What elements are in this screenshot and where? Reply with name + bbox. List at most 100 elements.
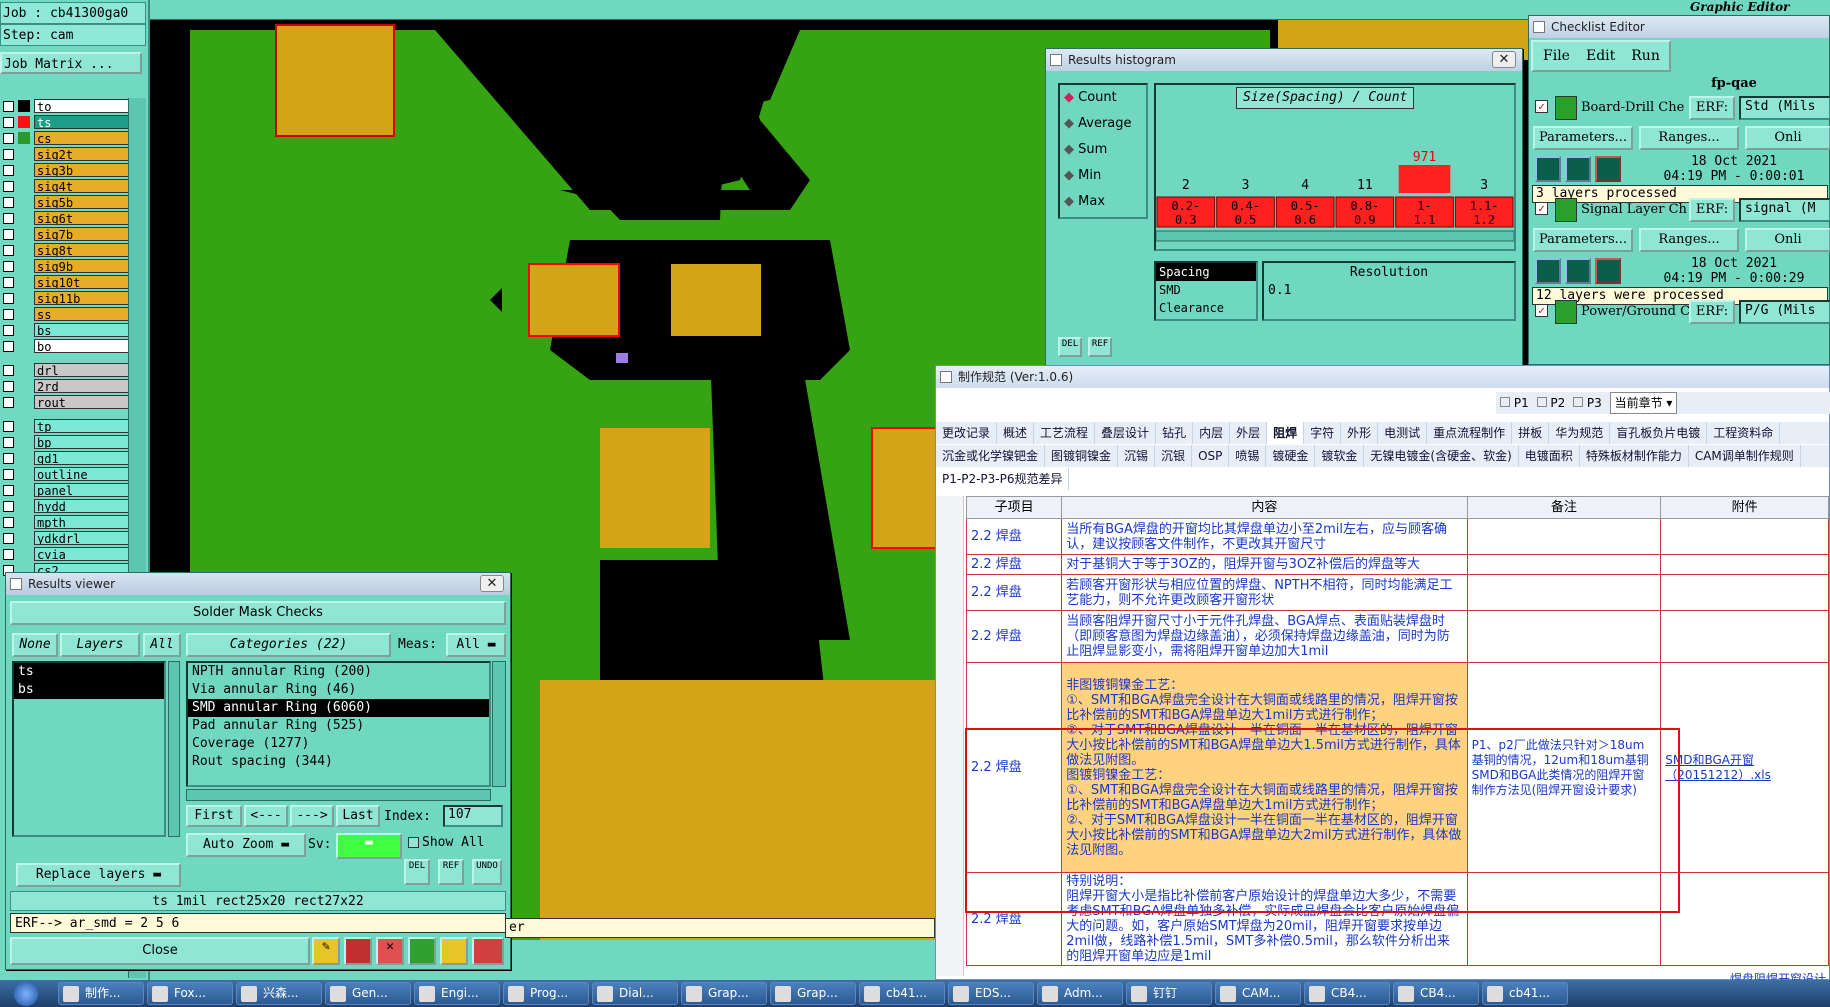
subtab-11[interactable]: CAM调单制作规则 bbox=[1689, 445, 1801, 467]
category-scrollbar[interactable] bbox=[492, 661, 506, 787]
layer-row-cvia[interactable]: cvia bbox=[0, 546, 146, 562]
none-button[interactable]: None bbox=[12, 633, 58, 657]
stat-option-count[interactable]: ◆ Count bbox=[1060, 85, 1146, 111]
doc-titlebar[interactable]: 制作规范 (Ver:1.0.6) bbox=[936, 366, 1829, 388]
type-item[interactable]: SMD bbox=[1156, 281, 1256, 299]
p2-checkbox[interactable] bbox=[1536, 397, 1547, 407]
layer-row-to[interactable]: to bbox=[0, 98, 146, 114]
histogram-bar[interactable] bbox=[1398, 165, 1451, 193]
taskbar-item[interactable]: Grap... bbox=[681, 982, 767, 1005]
item-checkbox[interactable]: ✓ bbox=[1535, 100, 1548, 113]
table-row[interactable]: 2.2 焊盘 若顾客开窗形状与相应位置的焊盘、NPTH不相符，同时均能满足工艺能力… bbox=[965, 574, 1829, 611]
table-row[interactable]: 2.2 焊盘 对于基铜大于等于3OZ的，阻焊开窗与3OZ补偿后的焊盘等大 bbox=[965, 554, 1829, 575]
check-item-name[interactable]: Signal Layer Ch bbox=[1581, 202, 1691, 217]
layer-row-sig7b[interactable]: sig7b bbox=[0, 226, 146, 242]
taskbar-item[interactable]: cb41... bbox=[859, 982, 945, 1005]
row-attachment[interactable] bbox=[1660, 574, 1829, 611]
report-icon[interactable] bbox=[408, 937, 436, 965]
tab-5[interactable]: 内层 bbox=[1193, 422, 1231, 444]
tab-p-diff[interactable]: P1-P2-P3-P6规范差异 bbox=[936, 468, 1070, 490]
tab-4[interactable]: 钻孔 bbox=[1156, 422, 1194, 444]
layer-checkbox[interactable] bbox=[3, 500, 14, 512]
subtab-4[interactable]: OSP bbox=[1192, 445, 1230, 467]
layer-row-sig4t[interactable]: sig4t bbox=[0, 178, 146, 194]
taskbar-item[interactable]: Adm... bbox=[1037, 982, 1123, 1005]
taskbar-item[interactable]: Prog... bbox=[503, 982, 589, 1005]
tab-15[interactable]: 工程资料命 bbox=[1707, 422, 1781, 444]
layer-checkbox[interactable] bbox=[3, 396, 14, 408]
erf-value[interactable]: signal (M bbox=[1739, 198, 1830, 222]
layer-row-ts[interactable]: ts bbox=[0, 114, 146, 130]
row-attachment[interactable] bbox=[1660, 554, 1829, 575]
job-matrix-button[interactable]: Job Matrix ... bbox=[0, 52, 142, 74]
p1-checkbox[interactable] bbox=[1500, 397, 1510, 407]
list-icon[interactable] bbox=[440, 937, 468, 965]
layer-row-bs[interactable]: bs bbox=[0, 322, 146, 338]
layer-checkbox[interactable] bbox=[3, 196, 14, 208]
layer-checkbox[interactable] bbox=[3, 468, 14, 480]
prev-button[interactable]: <--- bbox=[244, 805, 288, 827]
taskbar-item[interactable]: Fox... bbox=[147, 982, 233, 1005]
tab-13[interactable]: 华为规范 bbox=[1549, 422, 1611, 444]
close-button[interactable]: Close bbox=[10, 937, 310, 965]
layer-checkbox[interactable] bbox=[3, 364, 14, 376]
section-select[interactable]: 当前章节 ▾ bbox=[1609, 392, 1678, 414]
close-icon[interactable]: ✕ bbox=[1492, 51, 1516, 68]
tab-9[interactable]: 外形 bbox=[1341, 422, 1379, 444]
taskbar-item[interactable]: CB4... bbox=[1393, 982, 1479, 1005]
ref-icon[interactable]: REF bbox=[1088, 337, 1112, 357]
ranges-button[interactable]: Ranges... bbox=[1639, 228, 1739, 252]
category-item[interactable]: NPTH annular Ring (200) bbox=[188, 663, 489, 681]
start-button[interactable] bbox=[0, 980, 52, 1007]
layer-row-sig2t[interactable]: sig2t bbox=[0, 146, 146, 162]
result-layer-item[interactable]: bs bbox=[14, 681, 164, 699]
tab-1[interactable]: 概述 bbox=[997, 422, 1035, 444]
layer-checkbox[interactable] bbox=[3, 148, 14, 160]
tab-12[interactable]: 拼板 bbox=[1512, 422, 1550, 444]
type-list[interactable]: Spacing SMD Clearance bbox=[1154, 261, 1258, 321]
taskbar-item[interactable]: Dial... bbox=[592, 982, 678, 1005]
layer-row-sig8t[interactable]: sig8t bbox=[0, 242, 146, 258]
tab-7[interactable]: 阻焊 bbox=[1267, 422, 1305, 444]
layer-checkbox[interactable] bbox=[3, 228, 14, 240]
layer-checkbox[interactable] bbox=[3, 292, 14, 304]
layers-button[interactable]: Layers bbox=[60, 633, 140, 657]
layer-row-sig5b[interactable]: sig5b bbox=[0, 194, 146, 210]
subtab-8[interactable]: 无镍电镀金(含硬金、软金) bbox=[1364, 445, 1519, 467]
type-item[interactable]: Spacing bbox=[1156, 263, 1256, 281]
first-button[interactable]: First bbox=[186, 805, 242, 827]
subtab-3[interactable]: 沉银 bbox=[1155, 445, 1193, 467]
histogram-scrollbar[interactable] bbox=[1156, 230, 1514, 242]
layer-checkbox[interactable] bbox=[3, 380, 14, 392]
layer-checkbox[interactable] bbox=[3, 100, 14, 112]
layer-row-ss[interactable]: ss bbox=[0, 306, 146, 322]
check-item-name[interactable]: Power/Ground C bbox=[1581, 304, 1691, 319]
category-item[interactable]: Via annular Ring (46) bbox=[188, 681, 489, 699]
stat-option-min[interactable]: ◆ Min bbox=[1060, 163, 1146, 189]
run-icon[interactable] bbox=[1535, 156, 1561, 182]
del-icon[interactable]: DEL bbox=[404, 859, 430, 885]
tab-8[interactable]: 字符 bbox=[1304, 422, 1342, 444]
layer-checkbox[interactable] bbox=[3, 436, 14, 448]
ref-icon[interactable]: REF bbox=[438, 859, 464, 885]
layer-checkbox[interactable] bbox=[3, 116, 14, 128]
item-checkbox[interactable]: ✓ bbox=[1535, 304, 1548, 317]
row-attachment[interactable] bbox=[1660, 518, 1829, 555]
table-row[interactable]: 2.2 焊盘 当顾客阻焊开窗尺寸小于元件孔焊盘、BGA焊点、表面贴装焊盘时（即顾客… bbox=[965, 610, 1829, 663]
sv-select[interactable]: ▬ bbox=[336, 833, 402, 859]
run-step-icon[interactable] bbox=[1565, 156, 1591, 182]
row-attachment[interactable] bbox=[1660, 872, 1829, 966]
item-checkbox[interactable]: ✓ bbox=[1535, 202, 1548, 215]
layer-checkbox[interactable] bbox=[3, 276, 14, 288]
layer-row-2rd[interactable]: 2rd bbox=[0, 378, 146, 394]
replace-layers-select[interactable]: Replace layers ▬ bbox=[16, 863, 181, 887]
layer-row-gd1[interactable]: gd1 bbox=[0, 450, 146, 466]
histogram-icon[interactable] bbox=[472, 937, 504, 965]
layer-row-drl[interactable]: drl bbox=[0, 362, 146, 378]
measure-icon[interactable]: ✎ bbox=[312, 937, 340, 965]
layer-checkbox[interactable] bbox=[3, 180, 14, 192]
layer-checkbox[interactable] bbox=[3, 420, 14, 432]
stat-option-sum[interactable]: ◆ Sum bbox=[1060, 137, 1146, 163]
cancel-icon[interactable]: ✕ bbox=[376, 937, 404, 965]
category-item[interactable]: Pad annular Ring (525) bbox=[188, 717, 489, 735]
